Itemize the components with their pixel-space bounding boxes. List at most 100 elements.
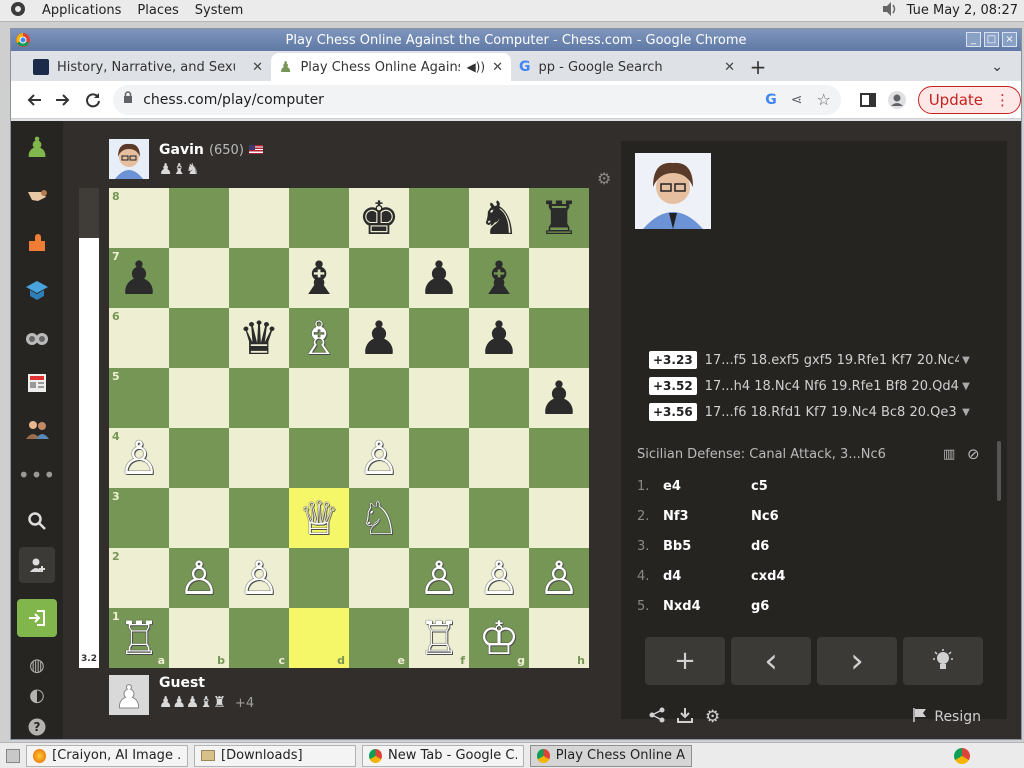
taskbar-item-downloads[interactable]: [Downloads] bbox=[194, 744, 356, 767]
hint-lightbulb-button[interactable] bbox=[903, 637, 983, 685]
move-list-scrollbar[interactable] bbox=[997, 441, 1001, 501]
square-h3[interactable] bbox=[529, 488, 589, 548]
piece-a7[interactable]: ♟ bbox=[109, 248, 169, 308]
engine-line-1[interactable]: +3.23 17...f5 18.exf5 gxf5 19.Rfe1 Kf7 2… bbox=[649, 349, 973, 371]
help-icon[interactable]: ? bbox=[23, 713, 51, 741]
square-f5[interactable] bbox=[409, 368, 469, 428]
move-list[interactable]: 1. e4 c5 2. Nf3 Nc6 3. Bb5 d6 4. d4 cxd4… bbox=[621, 471, 997, 617]
square-d5[interactable] bbox=[289, 368, 349, 428]
square-d1[interactable]: d bbox=[289, 608, 349, 668]
taskbar-item-craiyon[interactable]: [Craiyon, AI Image ... bbox=[26, 744, 188, 767]
chess-board[interactable]: 8 7 6 5 4 3 2 1 a b c d e f g h ♚ ♞ ♜ ♟ ♝ ♟ ♝ ♛ ♗ ♟ ♟ ♟ ♙ ♙ ♕ ♘ ♙ ♙ ♙ ♙ ♙ ♖ ♖ ♔ bbox=[109, 188, 589, 668]
maximize-button[interactable]: □ bbox=[984, 32, 999, 47]
opening-name[interactable]: Sicilian Defense: Canal Attack, 3...Nc6 bbox=[637, 447, 886, 462]
watch-binoculars-icon[interactable] bbox=[23, 323, 51, 351]
square-c1[interactable]: c bbox=[229, 608, 289, 668]
square-h6[interactable] bbox=[529, 308, 589, 368]
square-a5[interactable]: 5 bbox=[109, 368, 169, 428]
share-icon[interactable]: ⋖ bbox=[791, 92, 803, 108]
square-d4[interactable] bbox=[289, 428, 349, 488]
piece-h5[interactable]: ♟ bbox=[529, 368, 589, 428]
explorer-compass-icon[interactable]: ⊘ bbox=[967, 445, 980, 463]
piece-g6[interactable]: ♟ bbox=[469, 308, 529, 368]
sign-up-icon[interactable] bbox=[19, 547, 55, 583]
close-window-button[interactable]: × bbox=[1002, 32, 1017, 47]
tab-google-search[interactable]: G pp - Google Search ✕ bbox=[511, 53, 743, 81]
opponent-avatar[interactable] bbox=[109, 139, 149, 179]
clock[interactable]: Tue May 2, 08:27 bbox=[907, 3, 1018, 18]
profile-avatar-icon[interactable] bbox=[882, 85, 911, 115]
square-b6[interactable] bbox=[169, 308, 229, 368]
next-move-button[interactable]: › bbox=[817, 637, 897, 685]
play-icon[interactable] bbox=[23, 183, 51, 211]
square-b1[interactable]: b bbox=[169, 608, 229, 668]
piece-c6[interactable]: ♛ bbox=[229, 308, 289, 368]
square-f8[interactable] bbox=[409, 188, 469, 248]
black-move[interactable]: cxd4 bbox=[751, 569, 839, 584]
square-f3[interactable] bbox=[409, 488, 469, 548]
white-move[interactable]: d4 bbox=[663, 569, 751, 584]
opening-book-icon[interactable]: ▥ bbox=[943, 447, 955, 462]
square-c5[interactable] bbox=[229, 368, 289, 428]
piece-h8[interactable]: ♜ bbox=[529, 188, 589, 248]
black-move[interactable]: g6 bbox=[751, 599, 839, 614]
minimize-button[interactable]: _ bbox=[966, 32, 981, 47]
chevron-down-icon[interactable]: ▼ bbox=[959, 381, 973, 392]
piece-d7[interactable]: ♝ bbox=[289, 248, 349, 308]
square-c8[interactable] bbox=[229, 188, 289, 248]
tab-close-icon[interactable]: ✕ bbox=[492, 60, 503, 75]
white-move[interactable]: Nf3 bbox=[663, 509, 751, 524]
square-b8[interactable] bbox=[169, 188, 229, 248]
bookmark-star-icon[interactable]: ☆ bbox=[817, 90, 831, 109]
tab-history[interactable]: History, Narrative, and Sexual ✕ bbox=[25, 53, 271, 81]
piece-f2[interactable]: ♙ bbox=[409, 548, 469, 608]
chrome-tray-icon[interactable] bbox=[954, 747, 970, 764]
piece-g1[interactable]: ♔ bbox=[469, 608, 529, 668]
square-g5[interactable] bbox=[469, 368, 529, 428]
piece-e4[interactable]: ♙ bbox=[349, 428, 409, 488]
piece-g2[interactable]: ♙ bbox=[469, 548, 529, 608]
show-desktop-icon[interactable] bbox=[6, 748, 20, 763]
news-icon[interactable] bbox=[23, 369, 51, 397]
menu-applications[interactable]: Applications bbox=[42, 3, 121, 18]
square-d2[interactable] bbox=[289, 548, 349, 608]
square-f6[interactable] bbox=[409, 308, 469, 368]
board-settings-gear-icon[interactable]: ⚙ bbox=[597, 169, 611, 188]
chevron-down-icon[interactable]: ▼ bbox=[959, 355, 973, 366]
piece-g7[interactable]: ♝ bbox=[469, 248, 529, 308]
black-move[interactable]: d6 bbox=[751, 539, 839, 554]
piece-b2[interactable]: ♙ bbox=[169, 548, 229, 608]
log-in-icon[interactable] bbox=[17, 599, 57, 637]
update-button[interactable]: Update ⋮ bbox=[917, 85, 1022, 114]
square-e5[interactable] bbox=[349, 368, 409, 428]
search-icon[interactable] bbox=[23, 507, 51, 535]
square-g3[interactable] bbox=[469, 488, 529, 548]
square-c7[interactable] bbox=[229, 248, 289, 308]
resign-button[interactable]: Resign bbox=[912, 707, 981, 727]
square-c3[interactable] bbox=[229, 488, 289, 548]
piece-d6[interactable]: ♗ bbox=[289, 308, 349, 368]
tab-chess[interactable]: ♟ Play Chess Online Agains ◀)) ✕ bbox=[271, 53, 511, 81]
tab-search-chevron-icon[interactable]: ⌄ bbox=[983, 53, 1011, 81]
piece-a1[interactable]: ♖ bbox=[109, 608, 169, 668]
square-e1[interactable]: e bbox=[349, 608, 409, 668]
settings-gear-icon[interactable]: ⚙ bbox=[705, 707, 720, 727]
piece-e8[interactable]: ♚ bbox=[349, 188, 409, 248]
white-move[interactable]: Nxd4 bbox=[663, 599, 751, 614]
engine-line-3[interactable]: +3.56 17...f6 18.Rfd1 Kf7 19.Nc4 Bc8 20.… bbox=[649, 401, 973, 423]
learn-icon[interactable] bbox=[23, 277, 51, 305]
square-e2[interactable] bbox=[349, 548, 409, 608]
piece-g8[interactable]: ♞ bbox=[469, 188, 529, 248]
square-f4[interactable] bbox=[409, 428, 469, 488]
google-lens-icon[interactable]: G bbox=[765, 92, 777, 108]
square-a2[interactable]: 2 bbox=[109, 548, 169, 608]
side-panel-icon[interactable] bbox=[853, 85, 882, 115]
square-a3[interactable]: 3 bbox=[109, 488, 169, 548]
taskbar-item-chess[interactable]: Play Chess Online A... bbox=[530, 744, 692, 767]
kebab-menu-icon[interactable]: ⋮ bbox=[995, 91, 1010, 109]
square-a6[interactable]: 6 bbox=[109, 308, 169, 368]
square-h7[interactable] bbox=[529, 248, 589, 308]
opponent-name[interactable]: Gavin bbox=[159, 142, 204, 158]
window-titlebar[interactable]: Play Chess Online Against the Computer -… bbox=[11, 29, 1021, 51]
piece-h2[interactable]: ♙ bbox=[529, 548, 589, 608]
